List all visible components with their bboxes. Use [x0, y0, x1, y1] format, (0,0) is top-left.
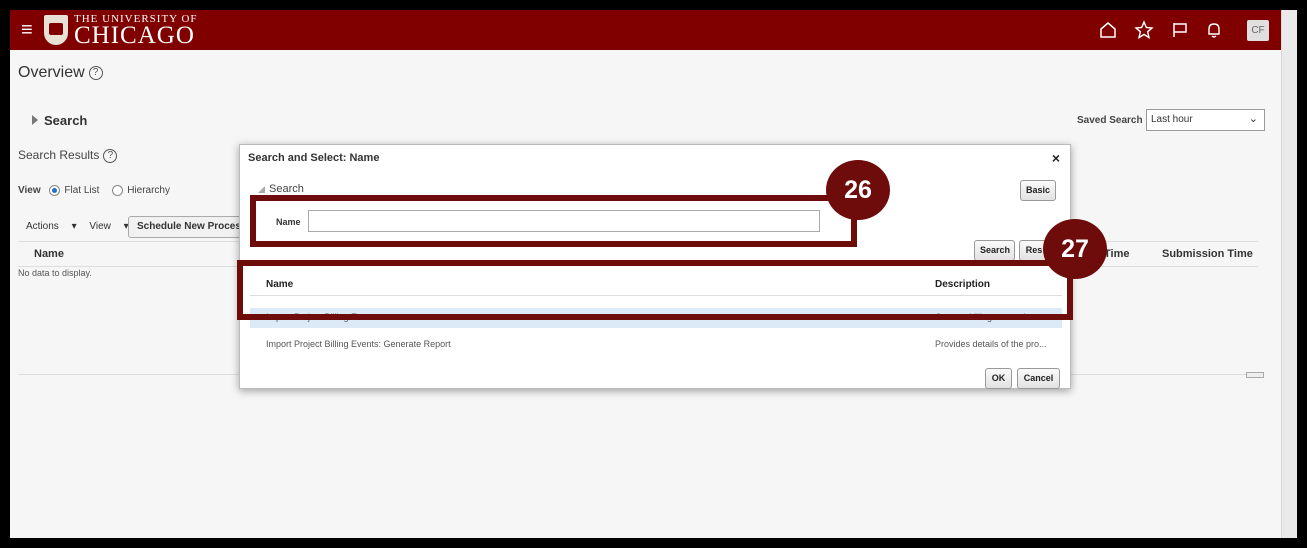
bell-icon[interactable]: [1204, 20, 1224, 40]
view-menu-label: View: [89, 221, 111, 232]
view-mode-row: View Flat List Hierarchy: [18, 185, 170, 196]
view-menu[interactable]: View ▾: [89, 221, 128, 232]
callout-badge-27: 27: [1043, 219, 1107, 279]
flag-icon[interactable]: [1170, 20, 1190, 40]
help-icon[interactable]: ?: [88, 65, 103, 80]
dialog-title: Search and Select: Name: [248, 152, 380, 164]
home-icon[interactable]: [1098, 20, 1118, 40]
app-window: ≡ THE UNIVERSITY OF CHICAGO CF Overview?…: [10, 10, 1297, 538]
page-title: Overview?: [18, 64, 103, 82]
flat-list-radio[interactable]: [49, 185, 61, 196]
basic-button[interactable]: Basic: [1020, 180, 1056, 201]
top-bar: ≡ THE UNIVERSITY OF CHICAGO CF: [10, 10, 1281, 50]
callout-badge-26: 26: [826, 160, 890, 220]
cancel-button[interactable]: Cancel: [1017, 368, 1060, 389]
search-button[interactable]: Search: [974, 240, 1015, 261]
hierarchy-radio[interactable]: [112, 185, 124, 196]
column-name[interactable]: Name: [34, 248, 64, 260]
results-toolbar: Actions ▾ View ▾: [26, 221, 139, 232]
expand-triangle-icon: [32, 115, 38, 125]
ok-button[interactable]: OK: [985, 368, 1012, 389]
row-name: Import Project Billing Events: Generate …: [266, 339, 451, 349]
university-shield-logo: [44, 15, 68, 45]
table-row[interactable]: Import Project Billing Events: Generate …: [250, 335, 1062, 355]
schedule-new-process-button[interactable]: Schedule New Process: [128, 216, 256, 238]
chevron-down-icon: ⌄: [1248, 113, 1258, 125]
search-results-text: Search Results: [18, 148, 100, 162]
dialog-search-label: Search: [269, 183, 304, 195]
saved-search-select[interactable]: Last hour ⌄: [1146, 109, 1265, 131]
hierarchy-label: Hierarchy: [127, 185, 170, 197]
user-avatar[interactable]: CF: [1247, 20, 1269, 41]
page-scrollbar[interactable]: [1281, 10, 1297, 538]
column-submission-time[interactable]: Submission Time: [1162, 248, 1253, 260]
dialog-search-toggle[interactable]: Search: [258, 183, 304, 195]
scroll-up-button[interactable]: [1246, 372, 1264, 378]
view-label: View: [18, 185, 41, 197]
callout-box-name-field: [250, 195, 857, 247]
close-icon[interactable]: ×: [1052, 150, 1060, 166]
help-icon[interactable]: ?: [103, 148, 118, 163]
page-title-text: Overview: [18, 64, 85, 81]
callout-box-results-row: [237, 260, 1073, 320]
no-data-message: No data to display.: [18, 268, 92, 278]
menu-icon[interactable]: ≡: [21, 20, 33, 40]
actions-menu-label: Actions: [26, 221, 59, 232]
logo-big-text: CHICAGO: [74, 22, 195, 49]
flat-list-label: Flat List: [64, 185, 100, 197]
column-time[interactable]: Time: [1104, 248, 1129, 260]
search-section-toggle[interactable]: Search: [32, 113, 87, 128]
row-description: Provides details of the pro...: [935, 339, 1047, 349]
saved-search-value: Last hour: [1151, 114, 1193, 125]
saved-search-label: Saved Search: [1077, 115, 1143, 126]
actions-menu[interactable]: Actions ▾: [26, 221, 77, 232]
search-toggle-label: Search: [44, 113, 88, 128]
star-icon[interactable]: [1134, 20, 1154, 40]
search-results-heading: Search Results?: [18, 148, 118, 163]
collapse-triangle-icon: [258, 185, 265, 193]
